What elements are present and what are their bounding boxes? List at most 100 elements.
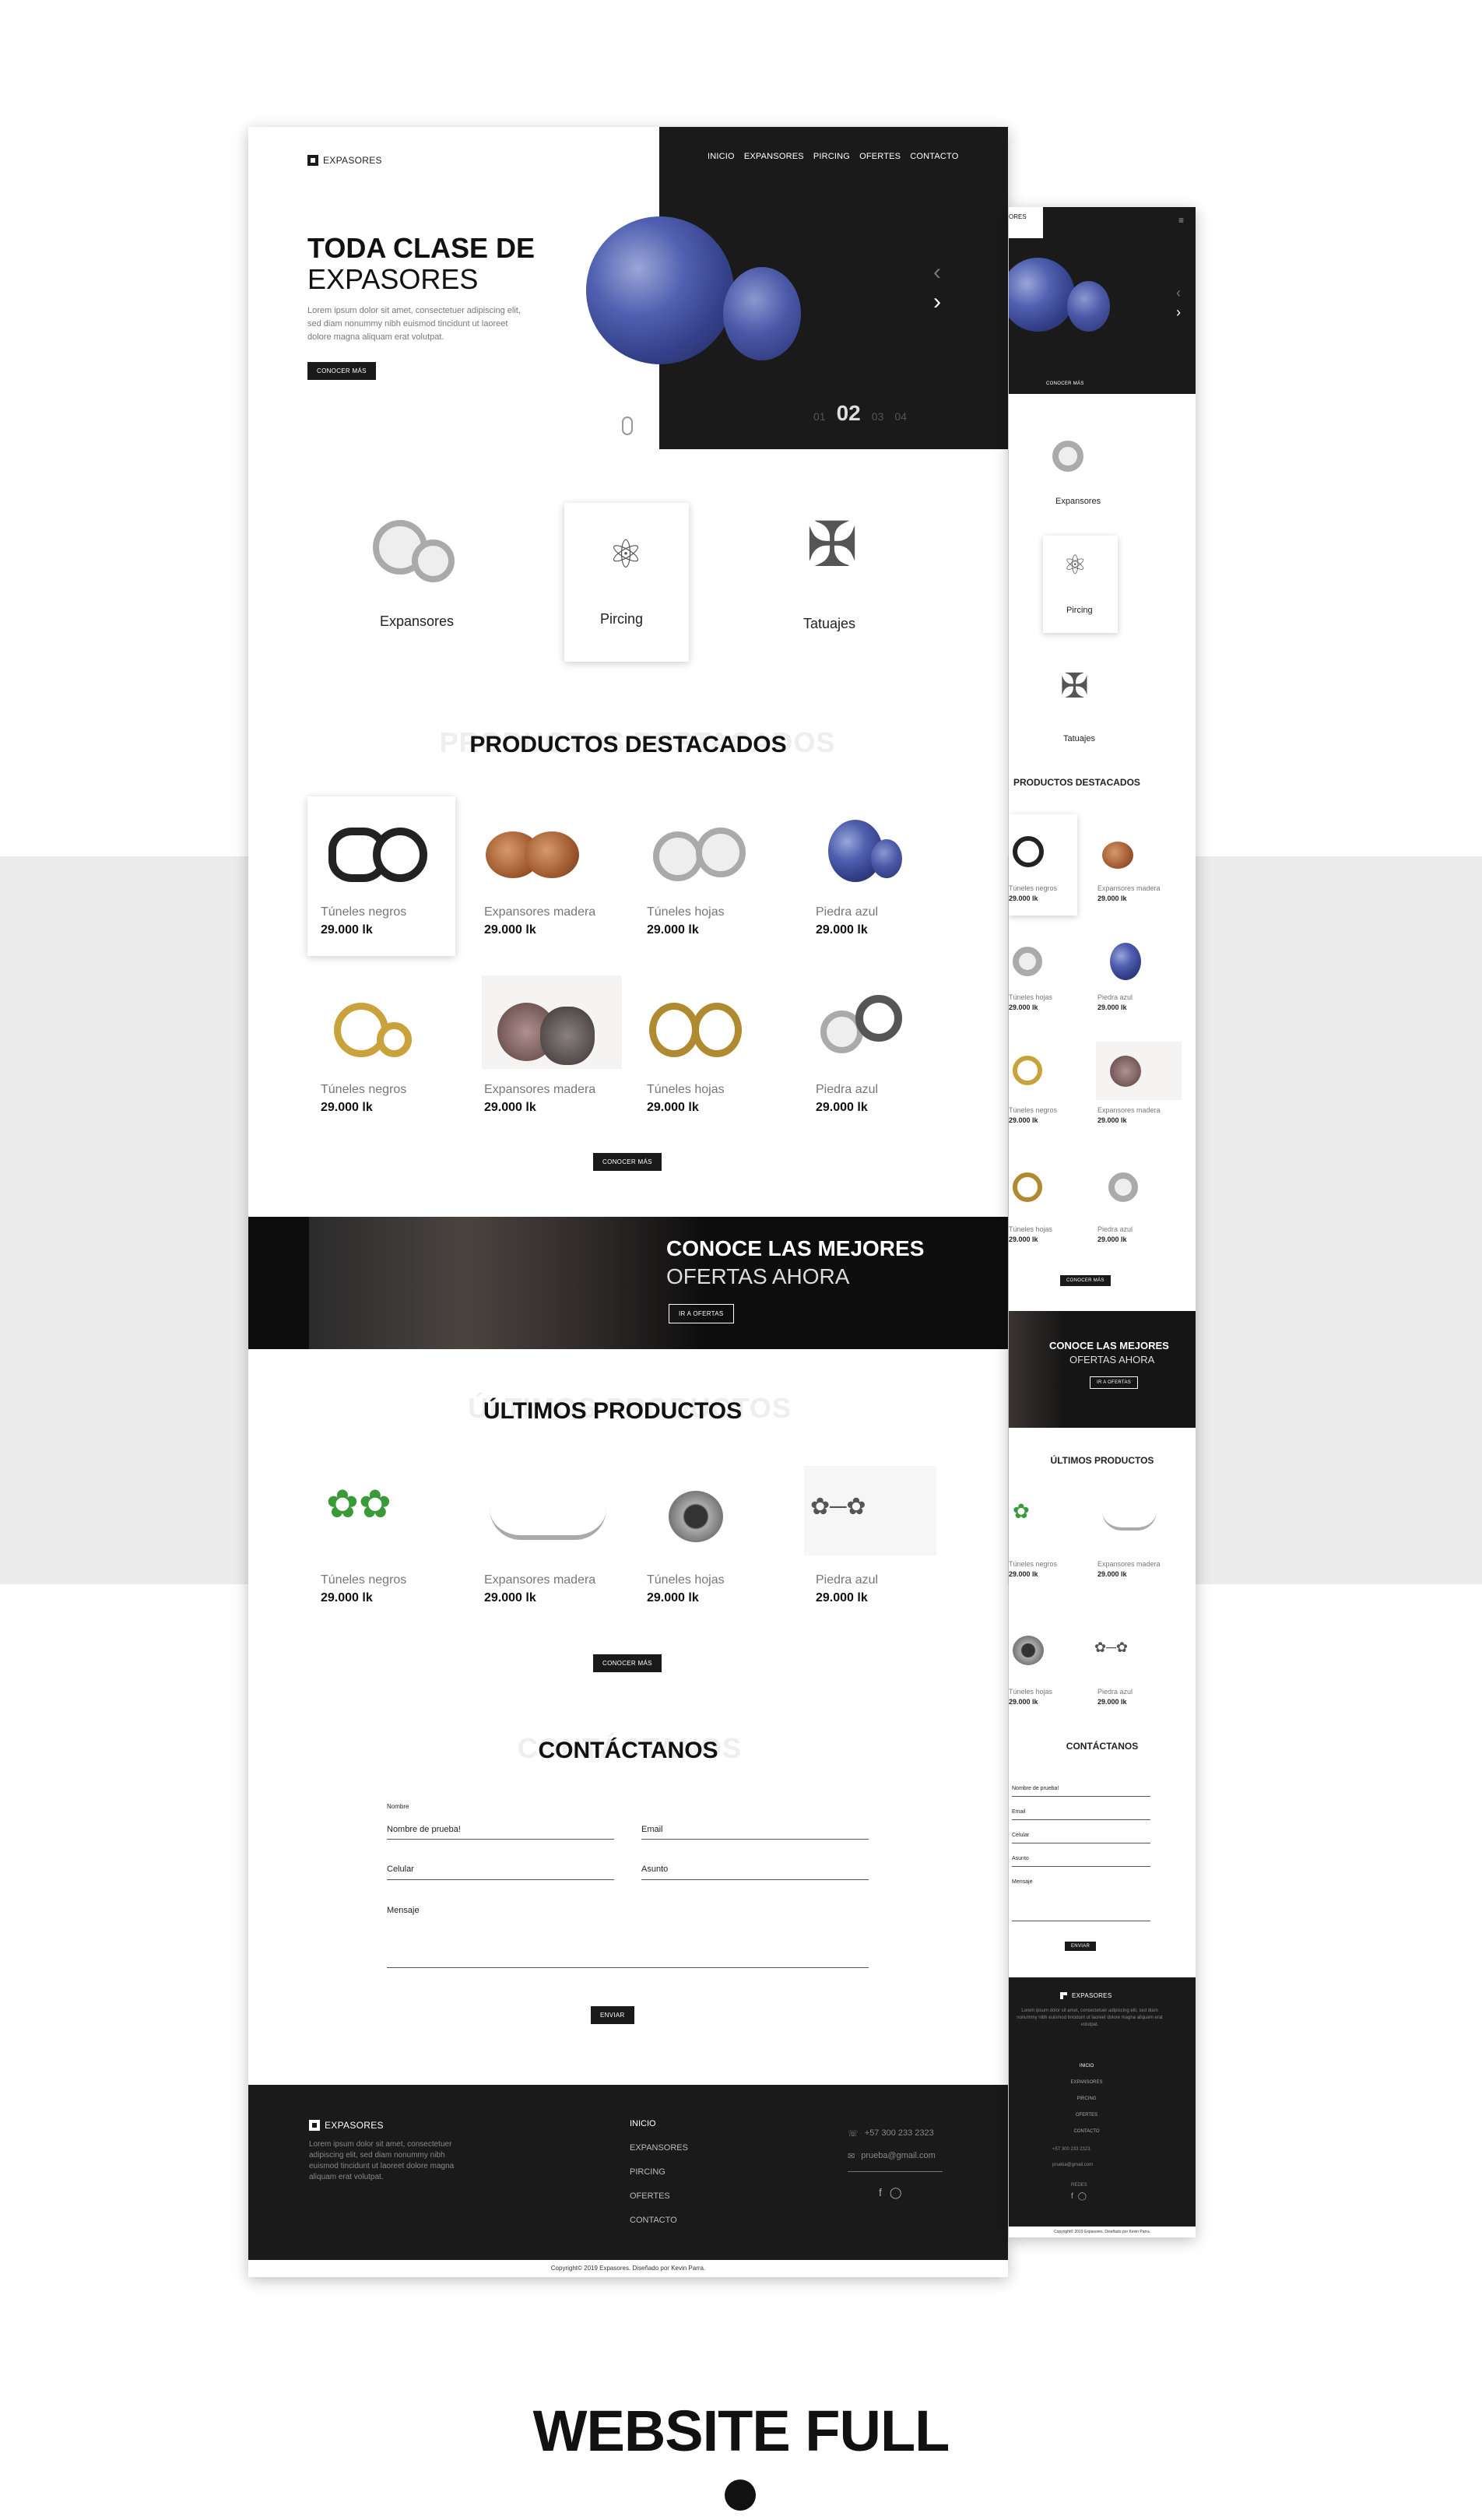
send-button[interactable]: ENVIAR — [591, 2006, 634, 2024]
mobile-social-links: f ◯ — [1071, 2192, 1087, 2201]
mobile-latest-price-3: 29.000 lk — [1009, 1698, 1038, 1706]
featured-more-button[interactable]: CONOCER MÁS — [593, 1153, 662, 1171]
name-label: Nombre — [387, 1803, 409, 1810]
mobile-category-tatuajes[interactable]: Tatuajes — [1063, 734, 1095, 743]
mobile-latest-name-4[interactable]: Piedra azul — [1097, 1688, 1133, 1696]
product-image-2b — [525, 831, 579, 878]
product-name-4[interactable]: Piedra azul — [816, 905, 878, 919]
phone-field[interactable]: Celular — [387, 1865, 414, 1874]
mobile-footer-link-expansores[interactable]: EXPANSORES — [1063, 2075, 1110, 2091]
product-price-5: 29.000 lk — [321, 1101, 373, 1114]
offers-button[interactable]: IR A OFERTAS — [669, 1304, 734, 1323]
facebook-icon[interactable]: f — [879, 2186, 882, 2199]
mobile-footer-link-inicio[interactable]: INICIO — [1063, 2058, 1110, 2075]
email-field[interactable]: Email — [641, 1825, 663, 1834]
latest-name-2[interactable]: Expansores madera — [484, 1573, 595, 1587]
product-name-8[interactable]: Piedra azul — [816, 1083, 878, 1097]
subject-field[interactable]: Asunto — [641, 1865, 668, 1874]
mobile-product-name-7[interactable]: Túneles hojas — [1009, 1225, 1052, 1233]
instagram-icon[interactable]: ◯ — [890, 2186, 902, 2199]
product-name-7[interactable]: Túneles hojas — [647, 1083, 725, 1097]
social-links: f ◯ — [879, 2186, 902, 2199]
category-tatuajes[interactable]: Tatuajes — [803, 616, 855, 632]
mobile-product-price-6: 29.000 lk — [1097, 1116, 1127, 1124]
mobile-featured-button[interactable]: CONOCER MÁS — [1060, 1275, 1111, 1286]
mobile-latest-name-3[interactable]: Túneles hojas — [1009, 1688, 1052, 1696]
mobile-footer-link-contacto[interactable]: CONTACTO — [1063, 2124, 1110, 2140]
latest-name-4: Piedra azul — [816, 1573, 879, 1587]
mobile-product-name-4[interactable]: Piedra azul — [1097, 993, 1133, 1001]
mobile-product-name-5[interactable]: Túneles negros — [1009, 1106, 1057, 1114]
mobile-subject-field[interactable]: Asunto — [1012, 1856, 1029, 1861]
product-name-2[interactable]: Expansores madera — [484, 905, 595, 919]
menu-icon[interactable]: ≡ — [1178, 215, 1184, 226]
mobile-category-pircing[interactable]: Pircing — [1066, 606, 1093, 615]
mobile-send-button[interactable]: ENVIAR — [1065, 1942, 1097, 1951]
latest-name-1[interactable]: Túneles negros — [321, 1573, 406, 1587]
mobile-facebook-icon[interactable]: f — [1071, 2192, 1073, 2201]
mobile-brand-text[interactable]: ORES — [1009, 213, 1027, 220]
footer-email-text[interactable]: prueba@gmail.com — [861, 2151, 936, 2161]
mobile-category-expansores[interactable]: Expansores — [1055, 497, 1101, 506]
brand-logo[interactable]: EXPASORES — [307, 155, 382, 166]
mobile-chevron-left-icon[interactable]: ‹ — [1176, 285, 1181, 301]
mobile-offers-light: OFERTAS AHORA — [1069, 1354, 1155, 1365]
slide-03[interactable]: 03 — [872, 410, 884, 423]
mobile-product-name-6: Expansores madera — [1097, 1106, 1161, 1114]
mobile-product-price-4: 29.000 lk — [1097, 1003, 1127, 1011]
footer-phone: ☏ +57 300 233 2323 — [848, 2128, 934, 2139]
chevron-left-icon[interactable]: ‹ — [933, 259, 941, 286]
footer-link-inicio[interactable]: INICIO — [630, 2112, 688, 2136]
mobile-hero-button[interactable]: CONOCER MÁS — [1040, 378, 1090, 389]
category-pircing[interactable]: Pircing — [600, 611, 643, 627]
mobile-product-image-5 — [1013, 1056, 1042, 1085]
hero-title-bold: TODA CLASE DE — [307, 232, 536, 264]
mobile-hero-white-corner — [1009, 207, 1043, 238]
mobile-latest-price-1: 29.000 lk — [1009, 1570, 1038, 1578]
mobile-name-field[interactable]: Nombre de prueba! — [1012, 1786, 1059, 1791]
chevron-right-icon[interactable]: › — [933, 289, 941, 315]
name-field[interactable]: Nombre de prueba! — [387, 1825, 461, 1834]
footer-link-ofertes[interactable]: OFERTES — [630, 2184, 688, 2209]
nav-contacto[interactable]: CONTACTO — [910, 152, 958, 161]
footer-link-contacto[interactable]: CONTACTO — [630, 2209, 688, 2233]
product-name-5[interactable]: Túneles negros — [321, 1083, 406, 1097]
slide-04[interactable]: 04 — [894, 410, 907, 423]
mobile-product-name-2[interactable]: Expansores madera — [1097, 884, 1161, 892]
product-image-3b — [696, 828, 746, 877]
mobile-contact-title: CONTÁCTANOS — [1066, 1741, 1139, 1752]
footer-link-pircing[interactable]: PIRCING — [630, 2160, 688, 2184]
mobile-footer-logo[interactable]: EXPASORES — [1060, 1992, 1112, 2000]
product-name-3[interactable]: Túneles hojas — [647, 905, 725, 919]
mobile-email-field[interactable]: Email — [1012, 1809, 1026, 1815]
mobile-message-field[interactable]: Mensaje — [1012, 1879, 1032, 1885]
nav-expansores[interactable]: EXPANSORES — [744, 152, 804, 161]
slide-current[interactable]: 02 — [837, 401, 861, 426]
mobile-chevron-right-icon[interactable]: › — [1176, 304, 1181, 321]
slide-01[interactable]: 01 — [813, 410, 826, 423]
latest-image-4: ✿─✿ — [810, 1494, 866, 1520]
hero-button[interactable]: CONOCER MÁS — [307, 362, 376, 380]
mobile-latest-image-4: ✿─✿ — [1094, 1640, 1128, 1655]
mobile-latest-name-1[interactable]: Túneles negros — [1009, 1560, 1057, 1568]
mobile-product-name-8[interactable]: Piedra azul — [1097, 1225, 1133, 1233]
nav-ofertes[interactable]: OFERTES — [859, 152, 901, 161]
latest-name-3[interactable]: Túneles hojas — [647, 1573, 725, 1587]
mobile-instagram-icon[interactable]: ◯ — [1078, 2192, 1087, 2201]
nav-inicio[interactable]: INICIO — [708, 152, 735, 161]
mobile-subject-underline — [1012, 1866, 1150, 1867]
mobile-footer-link-pircing[interactable]: PIRCING — [1063, 2091, 1110, 2107]
footer-link-expansores[interactable]: EXPANSORES — [630, 2136, 688, 2160]
mobile-footer-email[interactable]: prueba@gmail.com — [1052, 2163, 1093, 2167]
category-expansores[interactable]: Expansores — [380, 613, 454, 630]
nav-pircing[interactable]: PIRCING — [813, 152, 850, 161]
mobile-offers-button[interactable]: IR A OFERTAS — [1090, 1376, 1139, 1389]
message-field[interactable]: Mensaje — [387, 1906, 420, 1915]
mobile-product-name-3[interactable]: Túneles hojas — [1009, 993, 1052, 1001]
latest-more-button[interactable]: CONOCER MÁS — [593, 1654, 662, 1672]
product-image-4b — [871, 839, 902, 878]
mobile-phone-field[interactable]: Celular — [1012, 1833, 1029, 1838]
footer-logo[interactable]: EXPASORES — [309, 2120, 384, 2131]
mobile-footer-link-ofertes[interactable]: OFERTES — [1063, 2107, 1110, 2124]
mobile-latest-name-2[interactable]: Expansores madera — [1097, 1560, 1161, 1568]
